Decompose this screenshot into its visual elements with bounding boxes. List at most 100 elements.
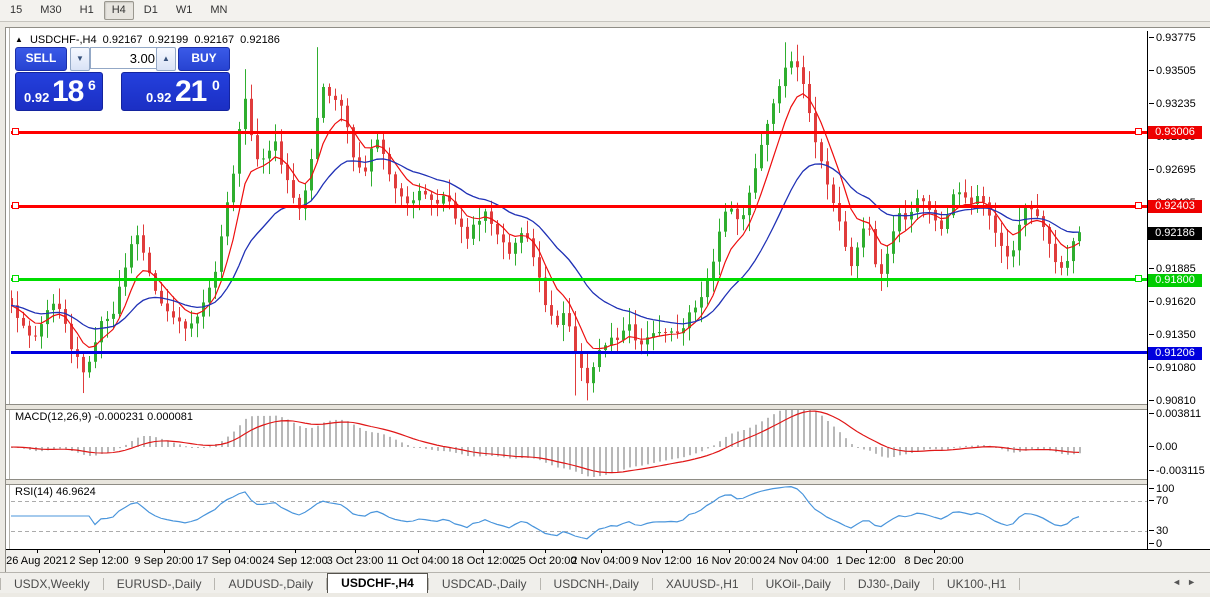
date-axis-label: 8 Dec 20:00	[904, 555, 964, 567]
date-axis-label: 1 Dec 12:00	[836, 555, 896, 567]
date-axis-tick	[934, 550, 935, 553]
chart-symbol-period: USDCHF-,H4	[29, 34, 97, 46]
date-axis-label: 11 Oct 04:00	[386, 555, 450, 567]
one-click-trading-panel: SELL ▼ ▲ BUY 0.92 18 6 0.92 21 0	[15, 47, 230, 111]
date-axis-tick	[729, 550, 730, 553]
chart-tab-audusd-daily[interactable]: AUDUSD-,Daily	[215, 576, 326, 593]
macd-tick-label: 0.003811	[1148, 408, 1202, 420]
date-axis-label: 16 Nov 20:00	[696, 555, 762, 567]
sell-button[interactable]: SELL	[15, 47, 67, 71]
price-line-label: 0.91800	[1148, 274, 1202, 287]
chart-tab-usdchf-h4[interactable]: USDCHF-,H4	[327, 573, 428, 593]
chart-tab-uk100-h1[interactable]: UK100-,H1	[934, 576, 1019, 593]
date-axis-tick	[866, 550, 867, 553]
timeframe-button-15[interactable]: 15	[2, 1, 30, 20]
chart-open-value: 0.92167	[102, 34, 143, 46]
timeframe-button-h4[interactable]: H4	[103, 1, 134, 20]
buy-price-point: 0	[212, 77, 220, 93]
timeframe-button-h1[interactable]: H1	[72, 1, 102, 20]
price-tick-label: 0.90810	[1149, 395, 1196, 407]
macd-tick-label: 0.00	[1148, 441, 1178, 453]
date-axis-label: 2 Nov 04:00	[571, 555, 631, 567]
timeframe-button-m30[interactable]: M30	[32, 1, 69, 20]
buy-price-prefix: 0.92	[146, 90, 172, 105]
date-axis-tick	[295, 550, 296, 553]
pane-separator[interactable]	[6, 479, 1210, 485]
rsi-tick-label: 0	[1148, 538, 1163, 550]
date-axis-label: 9 Nov 12:00	[632, 555, 692, 567]
price-tick-label: 0.93235	[1149, 98, 1196, 110]
chart-tab-usdcad-daily[interactable]: USDCAD-,Daily	[429, 576, 540, 593]
date-axis-label: 17 Sep 04:00	[196, 555, 262, 567]
price-tick-label: 0.93505	[1149, 65, 1196, 77]
date-axis-label: 25 Oct 20:00	[513, 555, 577, 567]
buy-price-display[interactable]: 0.92 21 0	[121, 72, 230, 111]
chart-low-value: 0.92167	[194, 34, 235, 46]
tab-scroll-right-icon[interactable]: ►	[1187, 577, 1202, 587]
rsi-tick-label: 70	[1148, 495, 1169, 507]
pane-separator[interactable]	[6, 404, 1210, 410]
date-axis-tick	[355, 550, 356, 553]
date-axis-label: 24 Nov 04:00	[763, 555, 829, 567]
tab-scroll-arrows[interactable]: ◄►	[1172, 577, 1202, 587]
chart-tab-ukoil-daily[interactable]: UKOil-,Daily	[753, 576, 844, 593]
price-line-label: 0.92186	[1148, 227, 1202, 240]
chart-tab-usdcnh-daily[interactable]: USDCNH-,Daily	[541, 576, 652, 593]
date-axis-tick	[545, 550, 546, 553]
chart-window: 0.937750.935050.932350.929650.926950.924…	[5, 27, 1210, 573]
date-axis-tick	[662, 550, 663, 553]
buy-price-main: 21	[175, 75, 207, 108]
buy-button[interactable]: BUY	[178, 47, 230, 71]
chart-tab-xauusd-h1[interactable]: XAUUSD-,H1	[653, 576, 752, 593]
volume-decrease-button[interactable]: ▼	[70, 47, 90, 71]
date-axis-label: 26 Aug 2021	[6, 555, 68, 567]
price-axis[interactable]: 0.937750.935050.932350.929650.926950.924…	[1148, 28, 1210, 550]
date-axis-tick	[99, 550, 100, 553]
rsi-pane-canvas[interactable]	[11, 483, 1147, 549]
price-line-label: 0.93006	[1148, 126, 1202, 139]
chart-tab-usdx-weekly[interactable]: USDX,Weekly	[1, 576, 103, 593]
date-axis-tick	[418, 550, 419, 553]
date-axis-label: 24 Sep 12:00	[262, 555, 328, 567]
price-tick-label: 0.93775	[1149, 32, 1196, 44]
chart-tab-dj30-daily[interactable]: DJ30-,Daily	[845, 576, 933, 593]
chart-high-value: 0.92199	[148, 34, 189, 46]
tab-divider	[1019, 578, 1021, 590]
date-axis-tick	[483, 550, 484, 553]
date-axis-tick	[601, 550, 602, 553]
timeframe-button-d1[interactable]: D1	[136, 1, 166, 20]
price-tick-label: 0.91350	[1149, 329, 1196, 341]
volume-input[interactable]	[90, 47, 161, 69]
date-axis-label: 9 Sep 20:00	[134, 555, 194, 567]
rsi-tick-label: 30	[1148, 525, 1169, 537]
tab-scroll-left-icon[interactable]: ◄	[1172, 577, 1187, 587]
metatrader-window: 15 M30 H1 H4 D1 W1 MN 0.93775 0.93505 0.93235 0.9…	[0, 0, 1210, 597]
price-tick-label: 0.91620	[1149, 296, 1196, 308]
volume-increase-button[interactable]: ▲	[156, 47, 176, 71]
timeframe-toolbar: 15 M30 H1 H4 D1 W1 MN	[0, 0, 1210, 22]
time-axis[interactable]: 26 Aug 2021 2 Sep 12:00 9 Sep 20:00 17 Sep …	[6, 550, 1210, 573]
price-line-label: 0.92403	[1148, 200, 1202, 213]
chart-tab-bar: USDX,Weekly EURUSD-,Daily AUDUSD-,Daily USD…	[0, 572, 1210, 593]
chart-close-value: 0.92186	[240, 34, 280, 46]
window-edge	[7, 28, 10, 573]
macd-tick-label: -0.003115	[1149, 465, 1205, 477]
timeframe-button-w1[interactable]: W1	[168, 1, 201, 20]
sell-price-point: 6	[88, 77, 96, 93]
date-axis-tick	[37, 550, 38, 553]
date-axis-label: 2 Sep 12:00	[69, 555, 129, 567]
date-axis-tick	[164, 550, 165, 553]
sell-price-main: 18	[52, 75, 84, 108]
date-axis-tick	[229, 550, 230, 553]
collapse-panel-icon[interactable]: ▲	[15, 35, 23, 44]
price-line-label: 0.91206	[1148, 347, 1202, 360]
timeframe-button-mn[interactable]: MN	[202, 1, 235, 20]
rsi-header: RSI(14) 46.9624	[15, 486, 96, 498]
date-axis-tick	[796, 550, 797, 553]
sell-price-display[interactable]: 0.92 18 6	[15, 72, 103, 111]
macd-header: MACD(12,26,9) -0.000231 0.000081	[15, 411, 193, 423]
chart-tab-eurusd-daily[interactable]: EURUSD-,Daily	[104, 576, 215, 593]
date-axis-label: 18 Oct 12:00	[451, 555, 515, 567]
chart-ohlc-header: ▲ USDCHF-,H4 0.92167 0.92199 0.92167 0.9…	[15, 34, 283, 46]
price-tick-label: 0.91080	[1149, 362, 1196, 374]
